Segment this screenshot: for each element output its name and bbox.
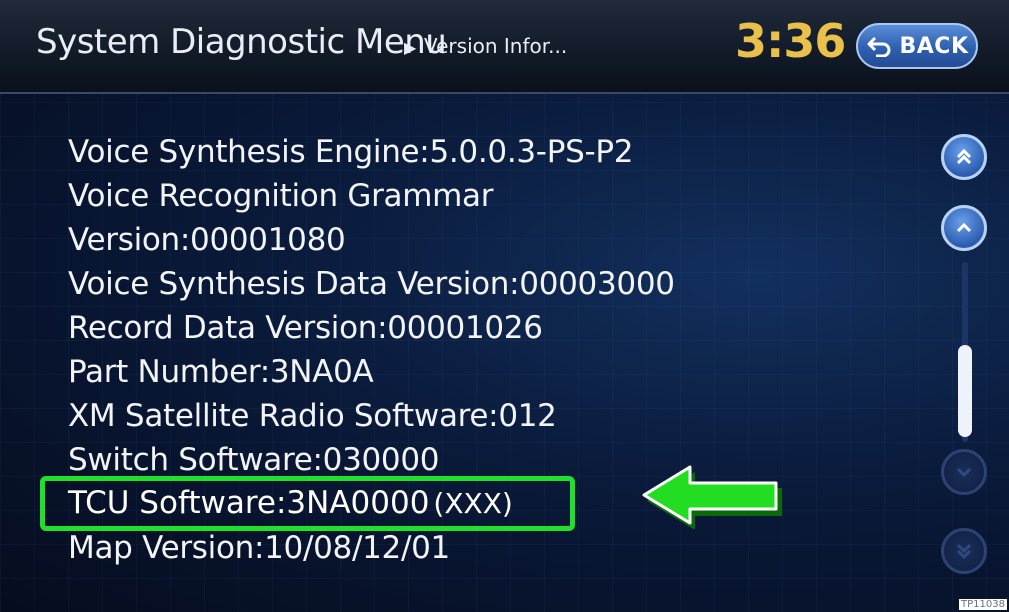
header-bar: System Diagnostic Menu ▶ Version Infor..…: [0, 0, 1009, 94]
double-chevron-down-icon: [956, 543, 972, 560]
list-item: Version:00001080: [68, 222, 346, 258]
breadcrumb-arrow-icon: ▶: [404, 38, 417, 57]
green-pointer-arrow-icon: [642, 465, 782, 529]
page-up-button[interactable]: [941, 134, 987, 180]
breadcrumb: Version Infor...: [424, 34, 568, 58]
figure-code: TP11038: [959, 599, 1007, 610]
tcu-software-label: TCU Software:3NA0000: [68, 485, 430, 521]
return-arrow-icon: [867, 36, 890, 57]
page-title: System Diagnostic Menu: [36, 22, 447, 62]
chevron-down-icon: [956, 467, 972, 478]
scrollbar-thumb[interactable]: [958, 345, 972, 437]
list-item: Map Version:10/08/12/01: [68, 530, 450, 566]
list-item: XM Satellite Radio Software:012: [68, 398, 557, 434]
scroll-up-button[interactable]: [941, 205, 987, 251]
list-item: Switch Software:030000: [68, 442, 440, 472]
scroll-down-button[interactable]: [941, 449, 987, 495]
back-button[interactable]: BACK: [856, 23, 978, 69]
list-item: Part Number:3NA0A: [68, 354, 374, 390]
nav-screen: System Diagnostic Menu ▶ Version Infor..…: [0, 0, 1009, 612]
list-item: Voice Recognition Grammar: [68, 178, 494, 214]
tcu-software-item: TCU Software:3NA0000 (XXX): [68, 485, 513, 521]
tcu-software-suffix: (XXX): [433, 487, 513, 520]
chevron-up-icon: [956, 222, 972, 233]
list-item: Voice Synthesis Data Version:00003000: [68, 266, 675, 302]
page-down-button[interactable]: [941, 528, 987, 574]
list-item: Voice Synthesis Engine:5.0.0.3-PS-P2: [68, 134, 634, 170]
list-item: Record Data Version:00001026: [68, 310, 543, 346]
double-chevron-up-icon: [956, 148, 972, 165]
back-label: BACK: [899, 33, 969, 59]
clock: 3:36: [735, 14, 846, 68]
